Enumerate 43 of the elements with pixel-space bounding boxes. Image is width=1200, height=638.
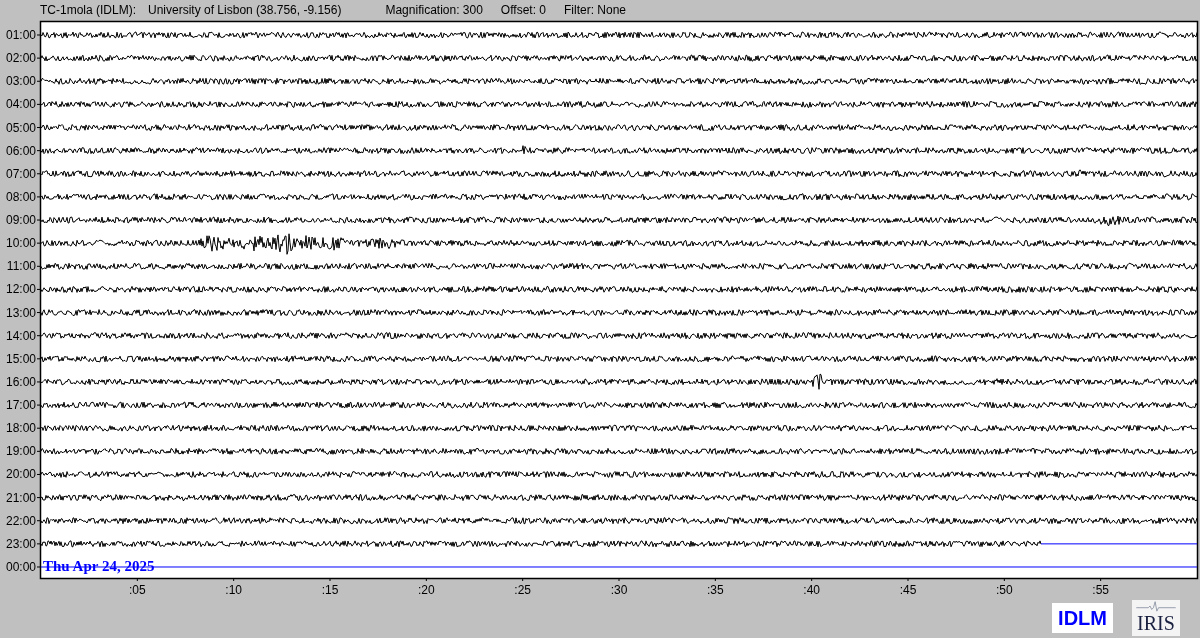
hour-label: 19:00 <box>5 444 36 459</box>
hour-label: 09:00 <box>5 213 36 228</box>
hour-label: 15:00 <box>5 351 36 366</box>
minute-tick-label: :05 <box>129 583 146 597</box>
hour-label: 18:00 <box>5 421 36 436</box>
hour-label: 22:00 <box>5 513 36 528</box>
hour-label: 16:00 <box>5 374 36 389</box>
station-logo: IDLM <box>1052 603 1113 633</box>
hour-label: 20:00 <box>5 467 36 482</box>
hour-label: 00:00 <box>5 560 36 574</box>
hour-label: 06:00 <box>5 143 36 158</box>
hour-label: 08:00 <box>5 189 36 204</box>
hour-label: 10:00 <box>5 236 36 251</box>
station-label: TC-1mola (IDLM): <box>40 3 136 17</box>
hour-label: 21:00 <box>5 490 36 505</box>
filter-label: Filter: None <box>564 3 627 17</box>
minute-tick-label: :40 <box>803 583 820 597</box>
minute-tick-label: :55 <box>1092 583 1109 597</box>
hour-label: 23:00 <box>5 536 36 551</box>
hour-label: 11:00 <box>6 259 36 274</box>
hour-label: 12:00 <box>5 282 36 297</box>
minute-tick-label: :20 <box>418 583 435 597</box>
hour-label: 05:00 <box>5 120 36 135</box>
minute-tick-label: :50 <box>996 583 1013 597</box>
minute-tick-label: :25 <box>514 583 531 597</box>
hour-label: 04:00 <box>5 97 36 112</box>
minute-tick-label: :15 <box>321 583 339 597</box>
magnification-label: Magnification: 300 <box>385 3 483 17</box>
hour-label: 14:00 <box>5 328 36 343</box>
hour-label: 02:00 <box>5 51 36 66</box>
station-location: University of Lisbon (38.756, -9.156) <box>148 3 342 17</box>
hour-label: 01:00 <box>5 28 36 42</box>
minute-tick-label: :10 <box>225 583 242 597</box>
minute-tick-label: :35 <box>707 583 724 597</box>
minute-tick-label: :45 <box>899 583 917 597</box>
minute-tick-label: :30 <box>610 583 628 597</box>
hour-label: 13:00 <box>5 305 36 320</box>
hour-label: 07:00 <box>5 166 36 181</box>
offset-label: Offset: 0 <box>500 3 546 17</box>
network-logo: IRIS <box>1132 600 1180 636</box>
date-label: Thu Apr 24, 2025 <box>43 558 155 574</box>
hour-label: 17:00 <box>5 398 36 413</box>
hour-label: 03:00 <box>5 74 36 89</box>
